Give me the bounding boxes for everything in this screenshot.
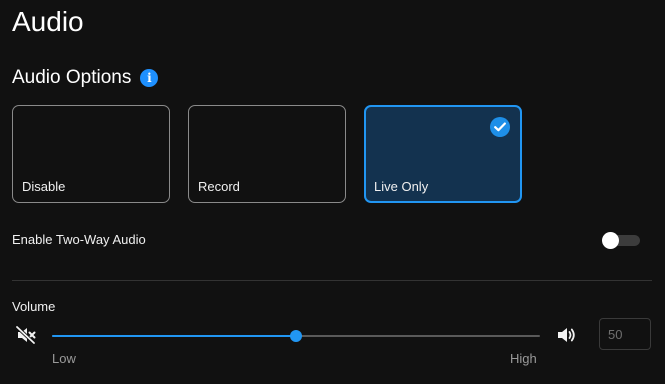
- two-way-audio-label: Enable Two-Way Audio: [12, 232, 146, 247]
- two-way-audio-toggle[interactable]: [602, 232, 640, 249]
- slider-thumb[interactable]: [290, 330, 302, 342]
- volume-low-label: Low: [52, 351, 76, 366]
- option-card-record[interactable]: Record: [188, 105, 346, 203]
- volume-high-label: High: [510, 351, 537, 366]
- audio-options-header: Audio Options i: [12, 66, 159, 90]
- check-circle-icon: [490, 117, 510, 137]
- option-label-disable: Disable: [22, 179, 66, 194]
- volume-slider[interactable]: [52, 326, 540, 346]
- info-icon[interactable]: i: [140, 69, 159, 87]
- page-title: Audio: [12, 6, 84, 37]
- toggle-knob: [602, 232, 619, 249]
- volume-label: Volume: [12, 299, 56, 314]
- slider-fill: [52, 335, 296, 337]
- volume-mute-icon[interactable]: [15, 325, 37, 345]
- option-card-live-only[interactable]: Live Only: [364, 105, 522, 203]
- section-title: Audio Options: [12, 67, 132, 88]
- volume-value-input[interactable]: [599, 318, 651, 350]
- volume-up-icon[interactable]: [556, 325, 578, 345]
- option-label-live-only: Live Only: [374, 179, 429, 194]
- option-card-disable[interactable]: Disable: [12, 105, 170, 203]
- divider: [12, 280, 652, 281]
- option-label-record: Record: [198, 179, 240, 194]
